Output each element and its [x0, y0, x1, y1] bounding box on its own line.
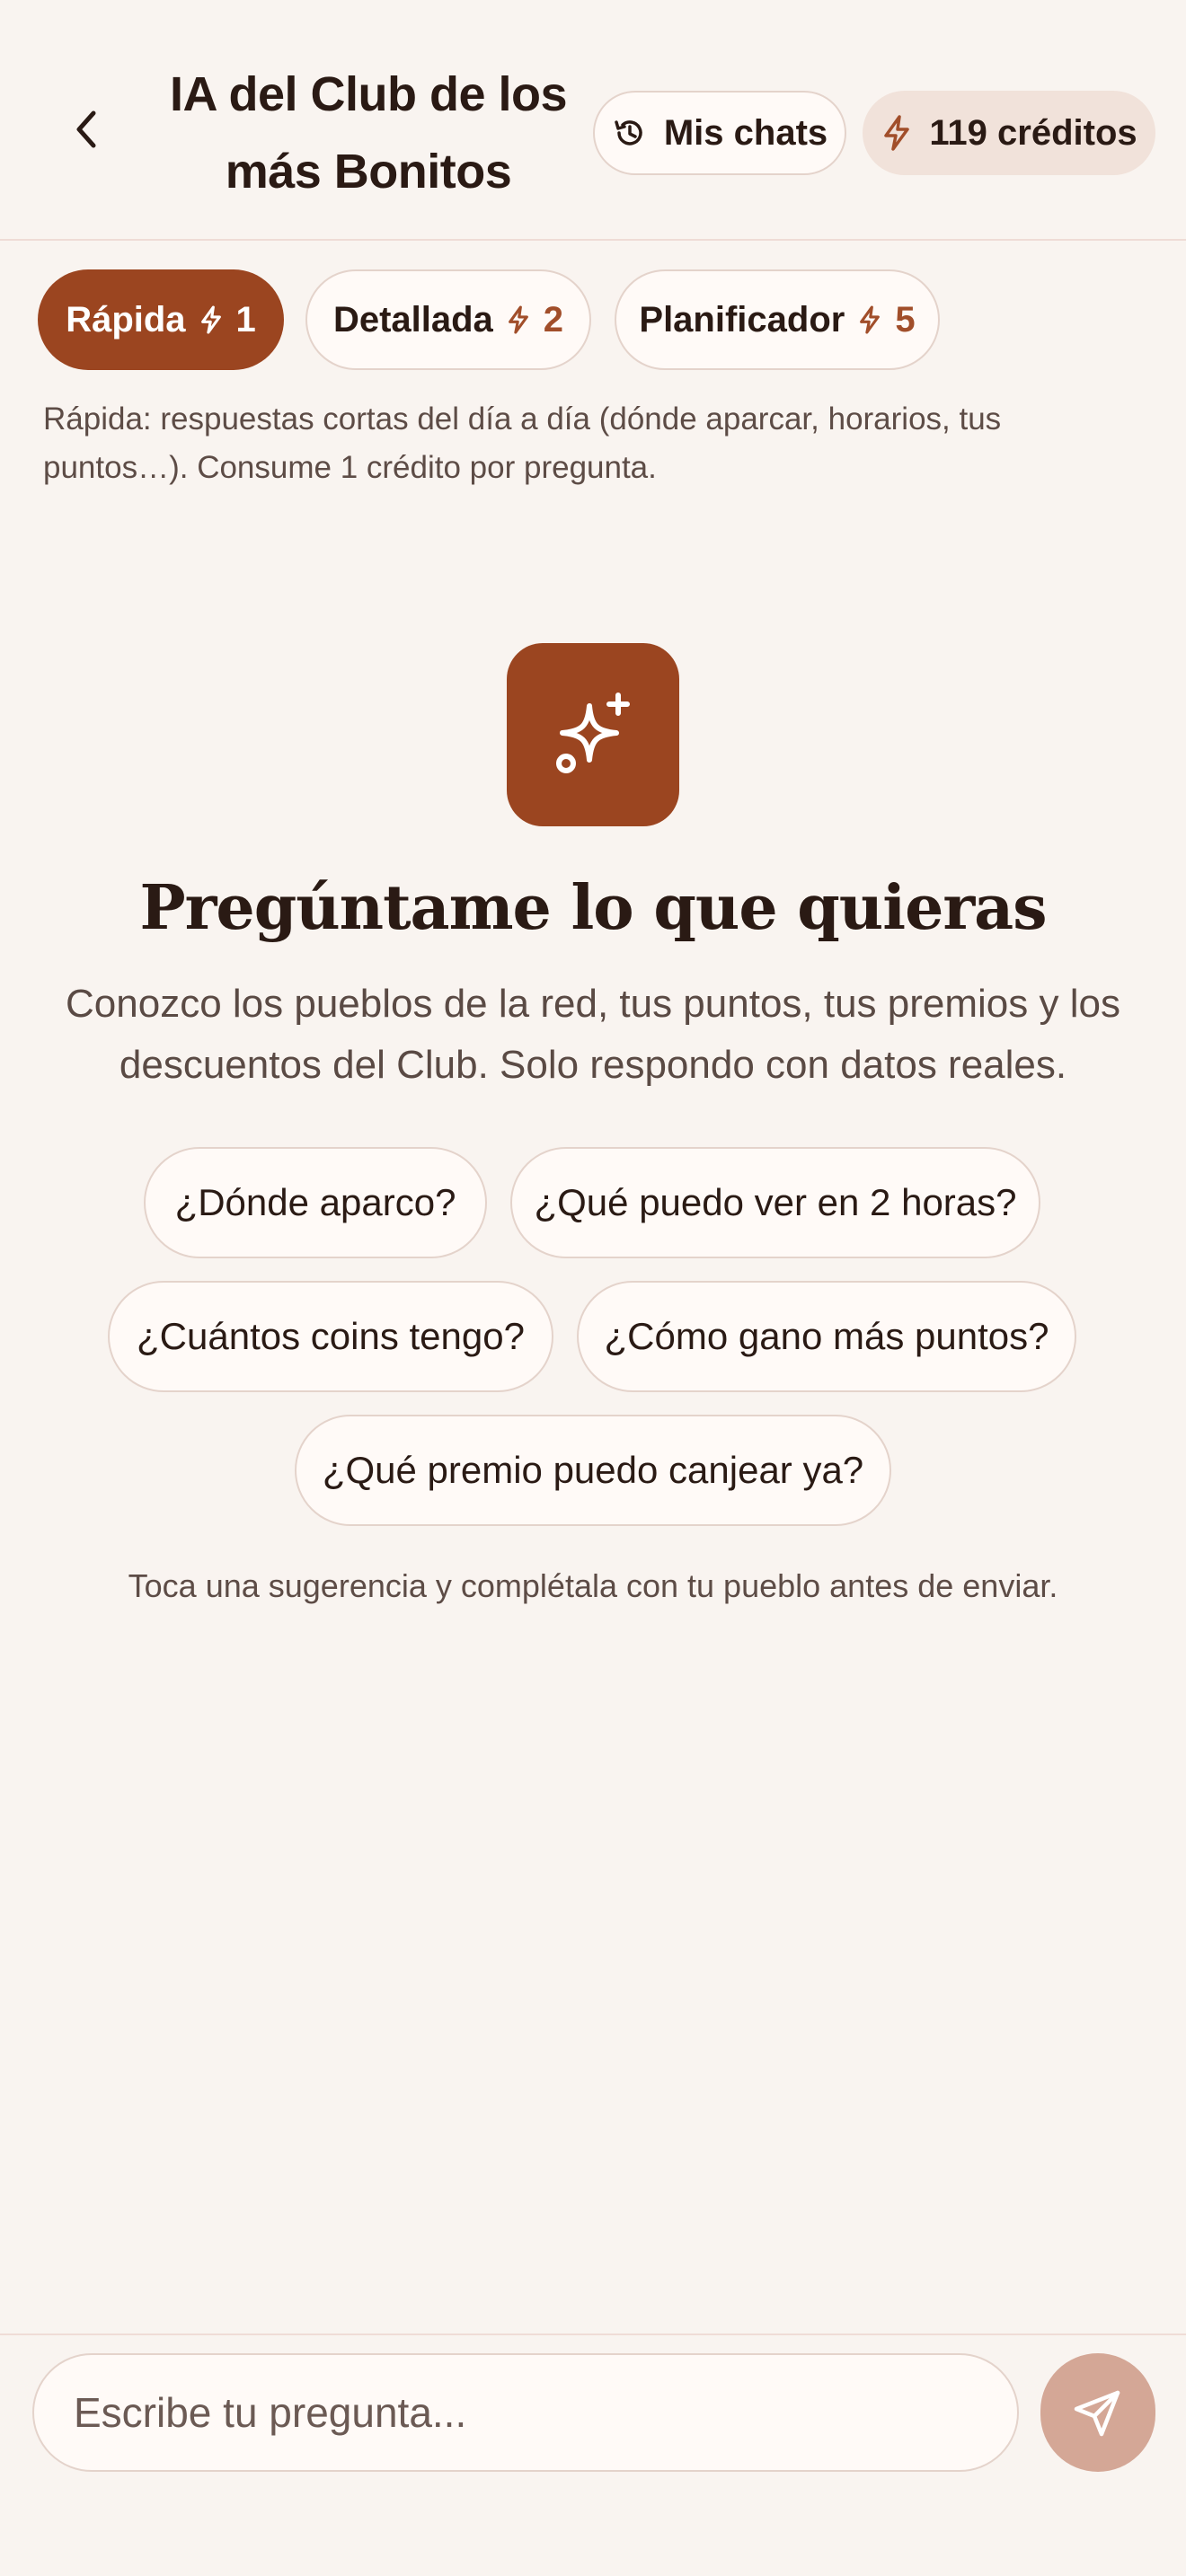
- my-chats-button[interactable]: Mis chats: [593, 91, 846, 175]
- mode-description: Rápida: respuestas cortas del día a día …: [43, 401, 1002, 485]
- bolt-icon: [884, 115, 910, 151]
- mode-detailed[interactable]: Detallada 2: [305, 269, 591, 370]
- sparkles-icon: [556, 693, 630, 773]
- bolt-icon: [860, 305, 881, 334]
- suggestion-chip[interactable]: ¿Qué puedo ver en 2 horas?: [510, 1147, 1040, 1258]
- header: IA del Club de los más Bonitos Mis chats…: [0, 0, 1186, 241]
- mode-detailed-cost: 2: [543, 299, 564, 340]
- bolt-icon: [508, 305, 528, 334]
- bolt-icon: [200, 305, 221, 334]
- mode-quick-cost: 1: [235, 299, 256, 340]
- back-button[interactable]: [54, 97, 119, 162]
- credits-label: 119 créditos: [929, 112, 1137, 153]
- hero-title: Pregúntame lo que quieras: [139, 872, 1047, 944]
- mode-planner[interactable]: Planificador 5: [615, 269, 940, 370]
- suggestion-chip[interactable]: ¿Cómo gano más puntos?: [577, 1281, 1076, 1392]
- history-icon: [615, 120, 642, 146]
- credits-badge[interactable]: 119 créditos: [863, 91, 1155, 175]
- mode-detailed-label: Detallada: [332, 299, 493, 340]
- mode-planner-label: Planificador: [639, 299, 845, 340]
- suggestion-hint: Toca una sugerencia y complétala con tu …: [128, 1567, 1058, 1604]
- hero-subtitle: Conozco los pueblos de la red, tus punto…: [66, 982, 1120, 1087]
- assistant-logo: [507, 643, 679, 826]
- mode-quick[interactable]: Rápida 1: [38, 269, 284, 370]
- my-chats-label: Mis chats: [663, 112, 828, 153]
- suggestion-chip[interactable]: ¿Qué premio puedo canjear ya?: [295, 1415, 891, 1526]
- chevron-left-icon: [76, 110, 96, 148]
- send-icon: [1074, 2390, 1120, 2437]
- mode-quick-label: Rápida: [66, 299, 186, 340]
- suggestion-chip[interactable]: ¿Dónde aparco?: [144, 1147, 487, 1258]
- ai-chat-screen: IA del Club de los más Bonitos Mis chats…: [0, 0, 1186, 2576]
- mode-planner-cost: 5: [895, 299, 916, 340]
- page-title: IA del Club de los más Bonitos: [169, 67, 568, 198]
- question-input[interactable]: [32, 2353, 1019, 2472]
- suggestion-chip[interactable]: ¿Cuántos coins tengo?: [108, 1281, 553, 1392]
- send-button[interactable]: [1040, 2353, 1155, 2472]
